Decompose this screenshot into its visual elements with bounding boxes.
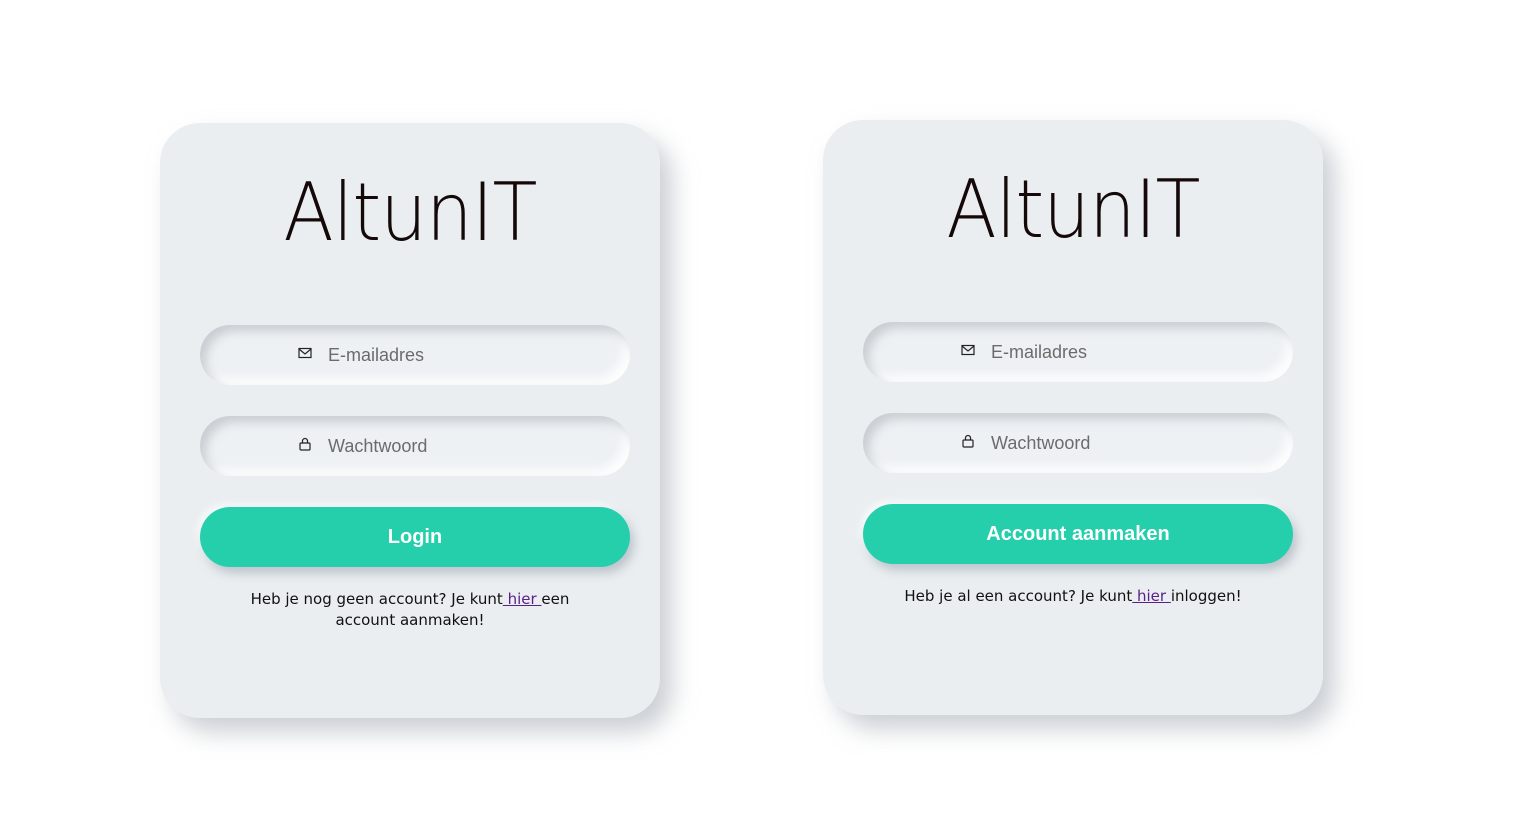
- lock-icon: [299, 437, 311, 451]
- page: AltunIT Login Heb je nog geen account? J…: [0, 0, 1530, 822]
- create-account-button[interactable]: Account aanmaken: [863, 504, 1293, 564]
- login-link[interactable]: hier: [1132, 587, 1171, 605]
- email-input[interactable]: [991, 322, 1271, 382]
- login-prompt-prefix: Heb je al een account? Je kunt: [904, 587, 1133, 605]
- register-card: AltunIT Account aanmaken Heb je al een a…: [823, 120, 1323, 715]
- login-card: AltunIT Login Heb je nog geen account? J…: [160, 123, 660, 718]
- mail-icon: [961, 344, 975, 356]
- password-input[interactable]: [328, 416, 608, 476]
- login-button[interactable]: Login: [200, 507, 630, 567]
- register-prompt-prefix: Heb je nog geen account? Je kunt: [250, 590, 503, 608]
- login-prompt-suffix: inloggen!: [1170, 587, 1242, 605]
- logo: AltunIT: [946, 163, 1200, 256]
- mail-icon: [298, 347, 312, 359]
- logo: AltunIT: [283, 166, 537, 259]
- password-input[interactable]: [991, 413, 1271, 473]
- password-field-container: [200, 416, 630, 476]
- lock-icon: [962, 434, 974, 448]
- email-input[interactable]: [328, 325, 608, 385]
- register-link[interactable]: hier: [503, 590, 542, 608]
- password-field-container: [863, 413, 1293, 473]
- email-field-container: [200, 325, 630, 385]
- login-prompt: Heb je al een account? Je kunt hier inlo…: [883, 586, 1263, 607]
- email-field-container: [863, 322, 1293, 382]
- register-prompt: Heb je nog geen account? Je kunt hier ee…: [220, 589, 600, 631]
